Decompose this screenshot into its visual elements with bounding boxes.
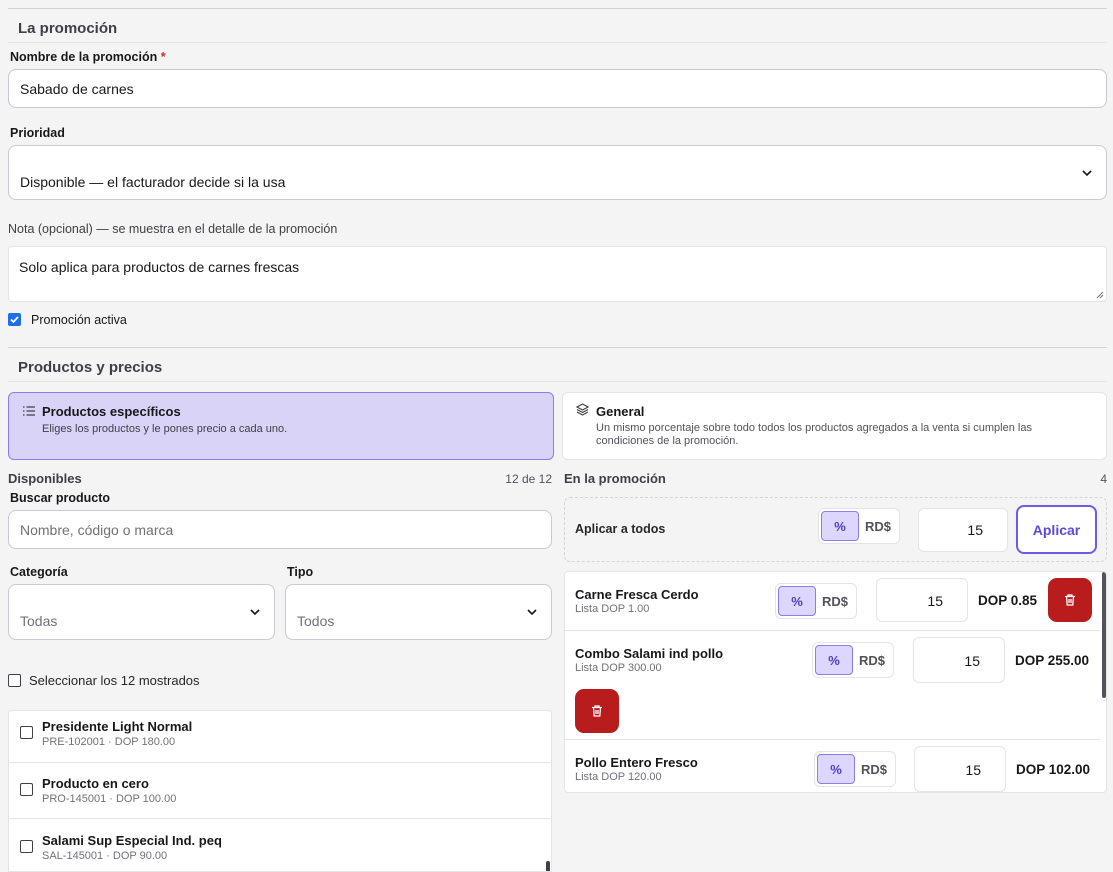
- list-item[interactable]: Producto en cero PRO-145001 · DOP 100.00: [9, 768, 551, 820]
- chevron-down-icon: [250, 609, 260, 616]
- percent-option[interactable]: %: [815, 645, 853, 675]
- section-divider: [8, 347, 1107, 348]
- type-label: Tipo: [287, 565, 314, 579]
- item-list-price: Lista DOP 300.00: [575, 662, 662, 674]
- trash-icon: [592, 705, 602, 717]
- apply-button[interactable]: Aplicar: [1016, 505, 1097, 554]
- name-label: Nombre de la promoción *: [10, 50, 166, 64]
- item-list-price: Lista DOP 1.00: [575, 603, 650, 615]
- check-icon: [10, 316, 19, 324]
- section-title-products: Productos y precios: [18, 359, 163, 376]
- category-select[interactable]: Todas: [8, 584, 275, 640]
- item-mode-toggle[interactable]: % RD$: [814, 751, 896, 787]
- percent-option[interactable]: %: [821, 511, 859, 541]
- item-value-input[interactable]: 15: [876, 578, 968, 622]
- mode-general[interactable]: General Un mismo porcentaje sobre todo t…: [562, 392, 1107, 460]
- available-list: Presidente Light Normal PRE-102001 · DOP…: [8, 710, 552, 872]
- section-divider: [8, 381, 1107, 382]
- search-input[interactable]: Nombre, código o marca: [8, 510, 552, 549]
- item-list-price: Lista DOP 120.00: [575, 771, 662, 783]
- item-final-price: DOP 102.00: [1016, 762, 1091, 777]
- item-name: Combo Salami ind pollo: [575, 646, 724, 661]
- chevron-down-icon: [1082, 170, 1092, 177]
- item-final-price: DOP 255.00: [1015, 653, 1090, 668]
- item-name: Producto en cero: [42, 776, 149, 791]
- scrollbar-thumb[interactable]: [546, 861, 550, 871]
- available-title: Disponibles: [8, 471, 82, 486]
- in-promo-count: 4: [1100, 472, 1107, 486]
- section-title-promo: La promoción: [18, 20, 118, 37]
- select-all-label: Seleccionar los 12 mostrados: [29, 673, 200, 688]
- item-name: Pollo Entero Fresco: [575, 755, 698, 770]
- priority-label: Prioridad: [10, 126, 65, 140]
- mode-desc: Eliges los productos y le pones precio a…: [42, 423, 288, 435]
- list-item[interactable]: Salami Sup Especial Ind. peq SAL-145001 …: [9, 825, 551, 871]
- remove-item-button[interactable]: [1048, 578, 1092, 622]
- item-mode-toggle[interactable]: % RD$: [812, 642, 894, 678]
- list-icon: [23, 406, 35, 416]
- mode-specific-products[interactable]: Productos específicos Eliges los product…: [8, 392, 554, 460]
- select-all-checkbox[interactable]: [8, 674, 21, 687]
- item-final-price: DOP 0.85: [978, 593, 1038, 608]
- remove-item-button[interactable]: [575, 689, 619, 733]
- in-promo-title: En la promoción: [564, 471, 666, 486]
- apply-all-panel: Aplicar a todos % RD$ 15 Aplicar: [564, 497, 1107, 562]
- item-value-input[interactable]: 15: [913, 637, 1005, 683]
- mode-title: Productos específicos: [42, 404, 181, 419]
- row-divider: [9, 818, 551, 819]
- item-checkbox[interactable]: [20, 726, 33, 739]
- mode-title: General: [596, 404, 645, 419]
- mode-desc: Un mismo porcentaje sobre todo todos los…: [596, 422, 1032, 447]
- item-checkbox[interactable]: [20, 783, 33, 796]
- item-value-input[interactable]: 15: [914, 746, 1006, 792]
- item-meta: SAL-145001 · DOP 90.00: [42, 850, 168, 862]
- chevron-down-icon: [527, 609, 537, 616]
- item-meta: PRO-145001 · DOP 100.00: [42, 793, 177, 805]
- item-name: Presidente Light Normal: [42, 719, 193, 734]
- currency-option[interactable]: RD$: [853, 645, 891, 675]
- section-divider: [8, 42, 1107, 43]
- item-checkbox[interactable]: [20, 840, 33, 853]
- category-label: Categoría: [10, 565, 68, 579]
- percent-option[interactable]: %: [778, 586, 816, 616]
- list-item: Combo Salami ind pollo Lista DOP 300.00 …: [565, 631, 1100, 740]
- currency-option[interactable]: RD$: [855, 754, 893, 784]
- item-name: Carne Fresca Cerdo: [575, 587, 699, 602]
- list-item: Pollo Entero Fresco Lista DOP 120.00 % R…: [565, 740, 1100, 792]
- currency-option[interactable]: RD$: [859, 511, 897, 541]
- list-item: Carne Fresca Cerdo Lista DOP 1.00 % RD$ …: [565, 572, 1100, 631]
- active-label: Promoción activa: [31, 313, 127, 327]
- currency-option[interactable]: RD$: [816, 586, 854, 616]
- layers-icon: [576, 403, 589, 416]
- item-meta: PRE-102001 · DOP 180.00: [42, 736, 176, 748]
- note-textarea[interactable]: Solo aplica para productos de carnes fre…: [8, 246, 1107, 302]
- apply-all-value-input[interactable]: 15: [918, 508, 1008, 552]
- item-name: Salami Sup Especial Ind. peq: [42, 833, 222, 848]
- priority-select[interactable]: Disponible — el facturador decide si la …: [8, 145, 1107, 200]
- apply-all-mode-toggle[interactable]: % RD$: [818, 508, 900, 544]
- percent-option[interactable]: %: [817, 754, 855, 784]
- section-divider: [8, 8, 1107, 9]
- available-count: 12 de 12: [505, 472, 552, 486]
- trash-icon: [1065, 594, 1075, 606]
- note-label: Nota (opcional) — se muestra en el detal…: [8, 222, 338, 236]
- resize-handle-icon[interactable]: [1096, 291, 1104, 299]
- type-select[interactable]: Todos: [285, 584, 552, 640]
- list-item[interactable]: Presidente Light Normal PRE-102001 · DOP…: [9, 711, 551, 763]
- promo-items-list: Carne Fresca Cerdo Lista DOP 1.00 % RD$ …: [564, 571, 1107, 793]
- scrollbar-thumb[interactable]: [1102, 572, 1106, 698]
- active-checkbox[interactable]: [8, 313, 21, 326]
- apply-all-label: Aplicar a todos: [575, 522, 666, 536]
- search-label: Buscar producto: [10, 491, 111, 505]
- row-divider: [9, 762, 551, 763]
- promo-name-input[interactable]: Sabado de carnes: [8, 69, 1107, 108]
- item-mode-toggle[interactable]: % RD$: [775, 583, 857, 619]
